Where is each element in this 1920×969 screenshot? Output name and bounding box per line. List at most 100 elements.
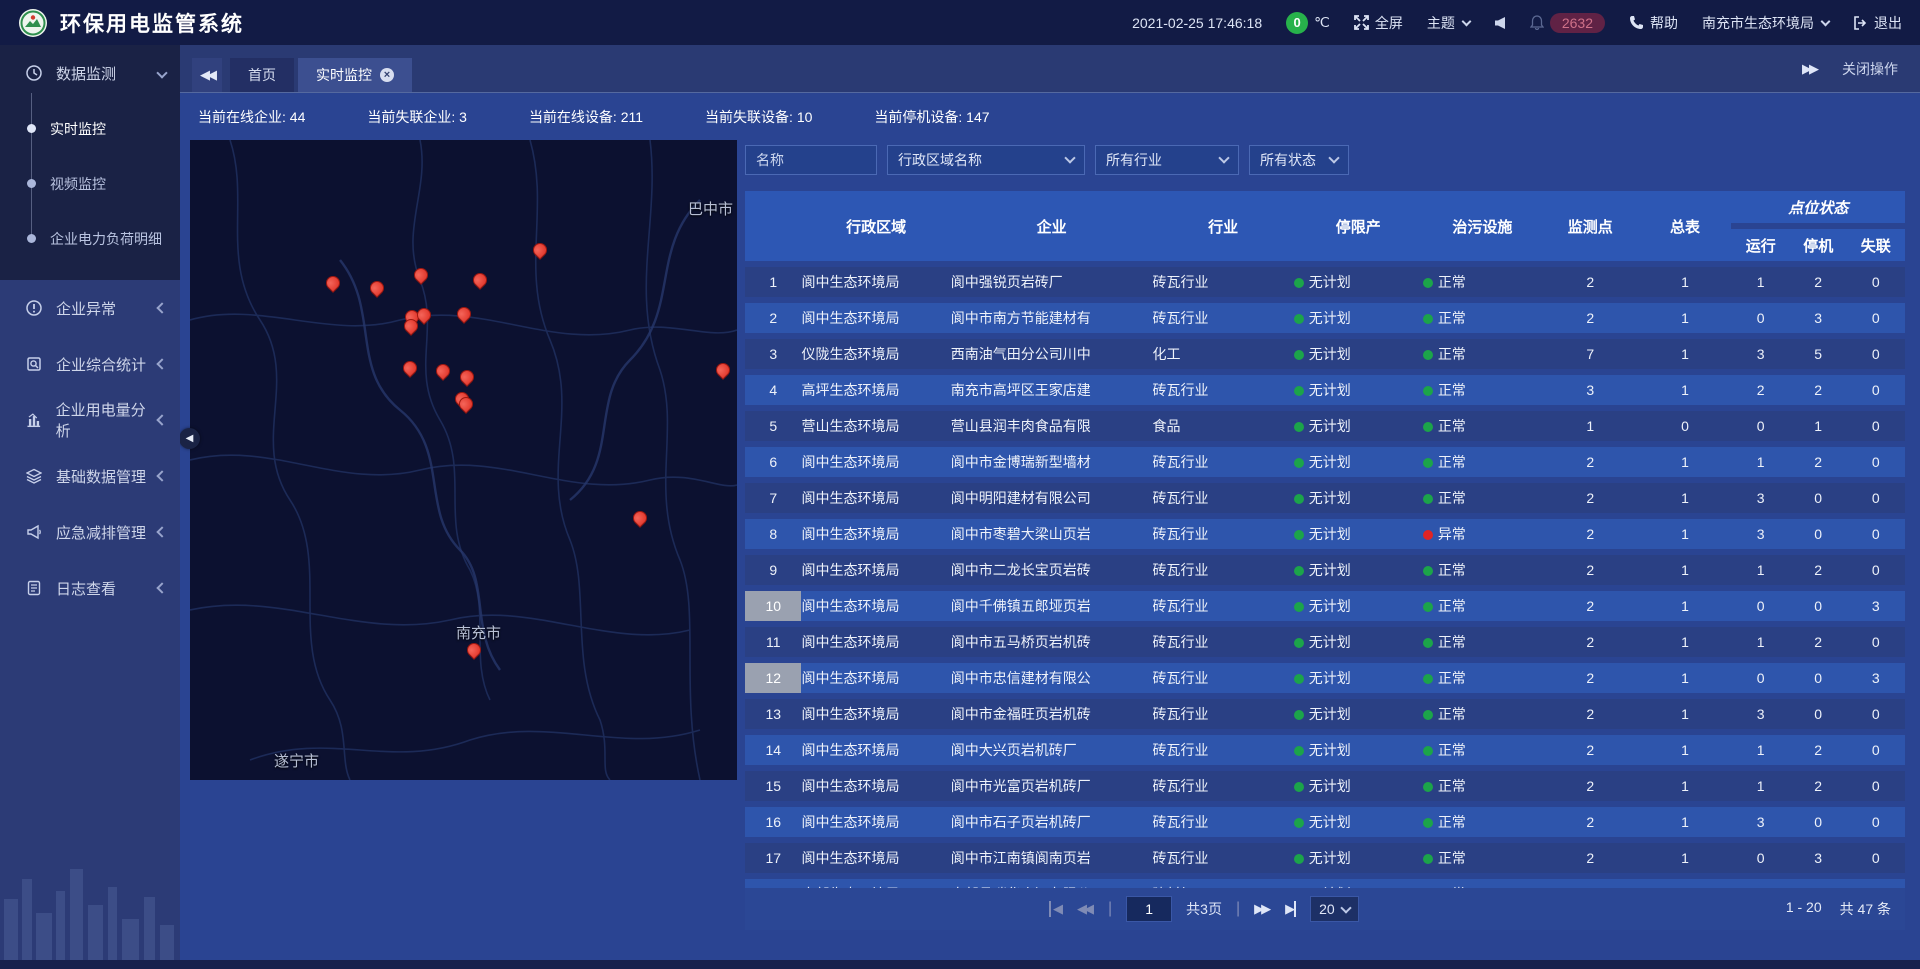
speaker-icon <box>1494 16 1506 30</box>
stat-item: 当前停机设备: 147 <box>874 107 989 127</box>
total-meter-cell: 1 <box>1639 699 1732 729</box>
sidebar: 数据监测实时监控视频监控企业电力负荷明细企业异常企业综合统计企业用电量分析基础数… <box>0 45 180 969</box>
tab-close-icon[interactable]: × <box>380 68 394 82</box>
col-header-facility: 治污设施 <box>1423 191 1542 261</box>
sidebar-item-1[interactable]: 企业异常 <box>0 280 180 336</box>
table-row[interactable]: 8阆中生态环境局阆中市枣碧大梁山页岩砖瓦行业无计划异常21300 <box>745 519 1905 549</box>
company-cell: 阆中市五马桥页岩机砖 <box>951 627 1153 657</box>
status-dot-green <box>1423 818 1433 828</box>
org-menu[interactable]: 南充市生态环境局 <box>1702 13 1829 33</box>
sidebar-item-6[interactable]: 日志查看 <box>0 560 180 616</box>
table-row[interactable]: 11阆中生态环境局阆中市五马桥页岩机砖砖瓦行业无计划正常21120 <box>745 627 1905 657</box>
total-meter-cell: 1 <box>1639 591 1732 621</box>
log-icon <box>26 580 42 596</box>
table-row[interactable]: 15阆中生态环境局阆中市光富页岩机砖厂砖瓦行业无计划正常21120 <box>745 771 1905 801</box>
col-header-region: 行政区域 <box>801 191 950 261</box>
fullscreen-button[interactable]: 全屏 <box>1354 13 1403 33</box>
table-row[interactable]: 13阆中生态环境局阆中市金福旺页岩机砖砖瓦行业无计划正常21300 <box>745 699 1905 729</box>
stop-count-cell: 1 <box>1790 411 1846 441</box>
sidebar-subitem[interactable]: 实时监控 <box>0 101 180 156</box>
table-row[interactable]: 3仪陇生态环境局西南油气田分公司川中化工无计划正常71350 <box>745 339 1905 369</box>
table-row[interactable]: 2阆中生态环境局阆中市南方节能建材有砖瓦行业无计划正常21030 <box>745 303 1905 333</box>
run-count-cell: 1 <box>1731 627 1790 657</box>
first-page-button[interactable]: ◀ <box>1049 901 1063 917</box>
chevron-left-icon <box>156 414 167 425</box>
sidebar-item-2[interactable]: 企业综合统计 <box>0 336 180 392</box>
sidebar-item-3[interactable]: 企业用电量分析 <box>0 392 180 448</box>
run-count-cell: 0 <box>1731 663 1790 693</box>
status-dot-green <box>1294 422 1304 432</box>
sidebar-item-5[interactable]: 应急减排管理 <box>0 504 180 560</box>
sidebar-item-0[interactable]: 数据监测 <box>0 45 180 101</box>
industry-cell: 砖瓦行业 <box>1153 627 1294 657</box>
industry-filter-select[interactable]: 所有行业 <box>1095 145 1239 175</box>
page-number-input[interactable] <box>1126 896 1172 922</box>
temperature-unit: ℃ <box>1314 14 1330 31</box>
table-row[interactable]: 10阆中生态环境局阆中千佛镇五郎垭页岩砖瓦行业无计划正常21003 <box>745 591 1905 621</box>
tabs-container: 首页实时监控× <box>230 58 416 92</box>
table-row[interactable]: 7阆中生态环境局阆中明阳建材有限公司砖瓦行业无计划正常21300 <box>745 483 1905 513</box>
facility-status-cell: 异常 <box>1423 519 1542 549</box>
table-row[interactable]: 12阆中生态环境局阆中市忠信建材有限公砖瓦行业无计划正常21003 <box>745 663 1905 693</box>
table-row[interactable]: 1阆中生态环境局阆中强锐页岩砖厂砖瓦行业无计划正常21120 <box>745 267 1905 297</box>
tabs-scroll-left-icon[interactable]: ◀◀ <box>192 58 222 92</box>
pager-divider: | <box>1108 900 1112 918</box>
map-collapse-button[interactable]: ◀ <box>179 428 200 449</box>
table-row[interactable]: 4高坪生态环境局南充市高坪区王家店建砖瓦行业无计划正常31220 <box>745 375 1905 405</box>
theme-menu[interactable]: 主题 <box>1427 13 1470 33</box>
table-row[interactable]: 5营山生态环境局营山县润丰肉食品有限食品无计划正常10010 <box>745 411 1905 441</box>
limit-status-cell: 无计划 <box>1294 843 1423 873</box>
lost-count-cell: 0 <box>1846 627 1905 657</box>
tab-item[interactable]: 首页 <box>230 58 294 92</box>
company-cell: 阆中强锐页岩砖厂 <box>951 267 1153 297</box>
status-dot-green <box>1294 278 1304 288</box>
help-button[interactable]: 帮助 <box>1629 13 1678 33</box>
industry-cell: 砖瓦行业 <box>1153 447 1294 477</box>
sidebar-item-4[interactable]: 基础数据管理 <box>0 448 180 504</box>
table-row[interactable]: 14阆中生态环境局阆中大兴页岩机砖厂砖瓦行业无计划正常21120 <box>745 735 1905 765</box>
next-page-button[interactable]: ▶▶ <box>1254 901 1271 917</box>
lost-count-cell: 0 <box>1846 447 1905 477</box>
table-row[interactable]: 9阆中生态环境局阆中市二龙长宝页岩砖砖瓦行业无计划正常21120 <box>745 555 1905 585</box>
notifications[interactable]: 2632 <box>1530 13 1605 33</box>
stop-count-cell: 2 <box>1790 627 1846 657</box>
last-page-button[interactable]: ▶ <box>1285 901 1296 917</box>
facility-status-cell: 正常 <box>1423 339 1542 369</box>
page-size-select[interactable]: 20 <box>1310 896 1359 922</box>
run-count-cell: 0 <box>1731 411 1790 441</box>
logout-button[interactable]: 退出 <box>1853 13 1902 33</box>
limit-status-cell: 无计划 <box>1294 375 1423 405</box>
run-count-cell: 0 <box>1731 303 1790 333</box>
table-row[interactable]: 6阆中生态环境局阆中市金博瑞新型墙材砖瓦行业无计划正常21120 <box>745 447 1905 477</box>
sidebar-subitem[interactable]: 企业电力负荷明细 <box>0 211 180 266</box>
table-row[interactable]: 17阆中生态环境局阆中市江南镇阆南页岩砖瓦行业无计划正常21030 <box>745 843 1905 873</box>
status-filter-select[interactable]: 所有状态 <box>1249 145 1349 175</box>
lost-count-cell: 0 <box>1846 807 1905 837</box>
region-cell: 阆中生态环境局 <box>801 663 950 693</box>
tab-active[interactable]: 实时监控× <box>298 58 412 92</box>
monitor-count-cell: 2 <box>1542 591 1639 621</box>
limit-status-cell: 无计划 <box>1294 807 1423 837</box>
industry-cell: 化工 <box>1153 339 1294 369</box>
prev-page-button[interactable]: ◀◀ <box>1077 901 1094 917</box>
lost-count-cell: 0 <box>1846 735 1905 765</box>
lost-count-cell: 3 <box>1846 591 1905 621</box>
name-filter-field[interactable] <box>745 145 877 175</box>
map-panel[interactable]: 巴中市南充市遂宁市 <box>190 140 737 780</box>
sidebar-subitem-label: 视频监控 <box>50 174 106 194</box>
col-header-lost: 失联 <box>1846 229 1905 261</box>
temperature-value: 0 <box>1286 12 1308 34</box>
limit-status-cell: 无计划 <box>1294 699 1423 729</box>
industry-cell: 砖瓦行业 <box>1153 375 1294 405</box>
status-dot-green <box>1294 530 1304 540</box>
close-operations-menu[interactable]: 关闭操作 <box>1842 59 1898 79</box>
industry-cell: 砖瓦行业 <box>1153 555 1294 585</box>
region-filter-select[interactable]: 行政区域名称 <box>887 145 1085 175</box>
table-row[interactable]: 16阆中生态环境局阆中市石子页岩机砖厂砖瓦行业无计划正常21300 <box>745 807 1905 837</box>
sound-toggle[interactable] <box>1494 16 1506 30</box>
sidebar-subitem[interactable]: 视频监控 <box>0 156 180 211</box>
tabs-scroll-right-icon[interactable]: ▶▶ <box>1802 61 1816 77</box>
run-count-cell: 1 <box>1731 447 1790 477</box>
total-meter-cell: 1 <box>1639 267 1732 297</box>
name-filter-input[interactable] <box>756 152 866 168</box>
